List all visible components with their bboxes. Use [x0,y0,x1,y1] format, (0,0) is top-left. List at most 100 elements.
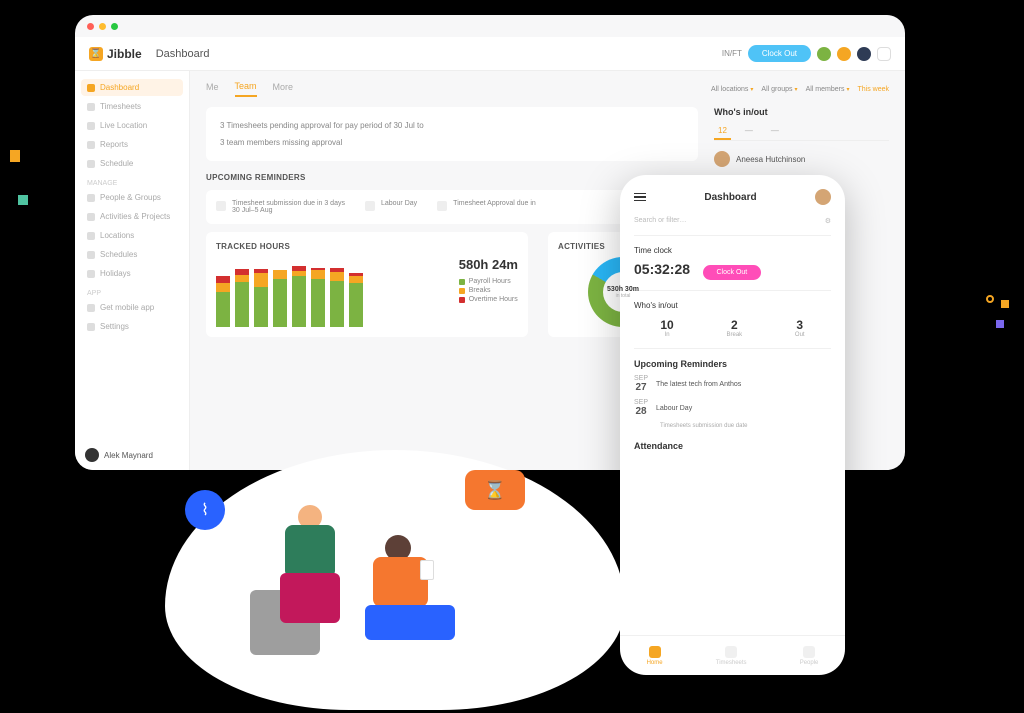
filter-location[interactable]: All locations▾ [711,86,753,93]
legend-label: Payroll Hours [469,278,511,285]
filter-members[interactable]: All members▾ [806,86,850,93]
minimize-window-icon[interactable] [99,23,106,30]
mobile-reminder-item[interactable]: SEP27 The latest tech from Anthos [634,375,831,393]
avatar[interactable] [837,47,851,61]
location-icon [87,122,95,130]
who-tab-out[interactable]: — [767,123,783,140]
app-icon [87,304,95,312]
tracked-hours-card: Tracked Hours 580h 24m Payroll Hours Bre… [206,232,528,337]
reminder-day: 27 [635,382,646,393]
decoration [18,195,28,205]
sidebar-item-schedule[interactable]: Schedule [81,155,183,172]
brand-logo[interactable]: ⌛ Jibble [89,47,142,61]
maximize-window-icon[interactable] [111,23,118,30]
who-stat-break[interactable]: 2Break [726,318,742,338]
notice-line[interactable]: 3 Timesheets pending approval for pay pe… [220,117,684,134]
sidebar-item-timesheets[interactable]: Timesheets [81,98,183,115]
reminder-month: SEP [634,399,648,406]
legend-overtime: Overtime Hours [459,296,518,303]
sidebar-item-label: Locations [100,231,134,240]
activities-donut-chart: 530h 30min total [588,257,658,327]
member-row[interactable]: Aneesa Hutchinson [714,151,889,167]
who-stat-out[interactable]: 3Out [795,318,805,338]
who-tab-break[interactable]: — [741,123,757,140]
reminder-item[interactable]: Labour Day [365,200,417,214]
reminder-day: 28 [635,406,646,417]
reminder-item[interactable]: Timesheet Approval due in [437,200,536,214]
tab-more[interactable]: More [273,82,294,96]
mobile-device: Dashboard Search or filter…⚙ Time clock … [620,175,845,675]
mobile-tabbar: Home Timesheets People [620,635,845,675]
mobile-reminder-item[interactable]: SEP28 Labour Day [634,399,831,417]
schedule-icon [87,160,95,168]
reminder-text: Labour Day [381,200,417,207]
filter-label: All locations [711,86,748,93]
legend-dot-icon [459,288,465,294]
sidebar-item-label: Reports [100,140,128,149]
legend-dot-icon [459,279,465,285]
current-user[interactable]: Alek Maynard [85,448,153,462]
clock-out-button[interactable]: Clock Out [748,45,811,62]
search-input[interactable]: Search or filter…⚙ [634,213,831,236]
filter-label: All members [806,86,845,93]
donut-center: 530h 30m [607,286,639,293]
reminder-subtext: Timesheets submission due date [660,423,831,429]
sidebar-item-schedules[interactable]: Schedules [81,246,183,263]
who-stat-in[interactable]: 10In [660,318,673,338]
tab-team[interactable]: Team [235,81,257,97]
time-clock-card: Time clock 05:32:28 Clock Out [634,236,831,291]
sidebar-item-dashboard[interactable]: Dashboard [81,79,183,96]
filter-group[interactable]: All groups▾ [761,86,797,93]
illustration-person [365,535,475,665]
tab-timesheets[interactable]: Timesheets [716,646,747,666]
illustration-phone [420,560,434,580]
filter-date-range[interactable]: This week [857,86,889,93]
tab-home[interactable]: Home [647,646,663,666]
tab-people[interactable]: People [800,646,819,666]
tab-me[interactable]: Me [206,82,219,96]
notice-line[interactable]: 3 team members missing approval [220,134,684,151]
sidebar-item-mobile-app[interactable]: Get mobile app [81,299,183,316]
calendar-icon [216,201,226,211]
avatar[interactable] [815,189,831,205]
illustration-person [265,505,355,645]
people-icon [803,646,815,658]
close-window-icon[interactable] [87,23,94,30]
brand-name: Jibble [107,47,142,61]
clock-out-button[interactable]: Clock Out [703,265,762,280]
stat-number: 10 [660,318,673,332]
menu-icon[interactable] [634,193,646,202]
sidebar-item-label: Get mobile app [100,303,154,312]
activities-icon [87,213,95,221]
mobile-attendance-title: Attendance [634,441,831,451]
avatar[interactable] [857,47,871,61]
sidebar-item-people[interactable]: People & Groups [81,189,183,206]
legend-payroll: Payroll Hours [459,278,518,285]
sidebar-item-holidays[interactable]: Holidays [81,265,183,282]
sidebar-item-location[interactable]: Live Location [81,117,183,134]
avatar [714,151,730,167]
sidebar-item-label: Dashboard [100,83,139,92]
avatar[interactable] [817,47,831,61]
tab-label: Timesheets [716,660,747,666]
legend-label: Breaks [469,287,491,294]
notifications-icon[interactable] [877,47,891,61]
reminder-item[interactable]: Timesheet submission due in 3 days30 Jul… [216,200,345,214]
sidebar-item-locations[interactable]: Locations [81,227,183,244]
reminder-text: The latest tech from Anthos [656,381,741,388]
whos-in-title: Who's in/out [714,107,889,117]
sidebar-item-settings[interactable]: Settings [81,318,183,335]
sidebar-item-reports[interactable]: Reports [81,136,183,153]
reminder-text: Timesheet submission due in 3 days [232,200,345,207]
schedules-icon [87,251,95,259]
legend-label: Overtime Hours [469,296,518,303]
sidebar-item-activities[interactable]: Activities & Projects [81,208,183,225]
status-label: IN/FT [722,49,742,58]
mobile-page-title: Dashboard [704,192,756,203]
sidebar-item-label: Settings [100,322,129,331]
hero-illustration: ⌇ ⌛ [165,450,625,710]
who-tab-in[interactable]: 12 [714,123,731,140]
reminder-subtext: 30 Jul–5 Aug [232,207,345,214]
window-controls [75,15,905,37]
stat-label: In [660,332,673,338]
